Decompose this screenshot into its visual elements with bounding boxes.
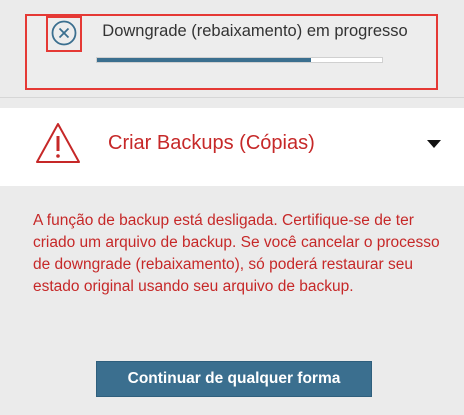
- backup-warning-panel: A função de backup está desligada. Certi…: [0, 186, 464, 415]
- caret-down-icon[interactable]: [427, 140, 441, 148]
- progress-bar: [96, 57, 383, 63]
- status-bar: Downgrade (rebaixamento) em progresso: [0, 0, 464, 98]
- progress-fill: [97, 58, 311, 62]
- backup-section-header[interactable]: Criar Backups (Cópias): [0, 108, 464, 186]
- continue-anyway-button[interactable]: Continuar de qualquer forma: [96, 361, 372, 397]
- cancel-circle-icon[interactable]: [51, 20, 77, 46]
- status-text: Downgrade (rebaixamento) em progresso: [102, 22, 408, 40]
- warning-text: A função de backup está desligada. Certi…: [33, 212, 440, 295]
- warning-triangle-icon: [36, 123, 80, 163]
- section-title: Criar Backups (Cópias): [108, 132, 315, 154]
